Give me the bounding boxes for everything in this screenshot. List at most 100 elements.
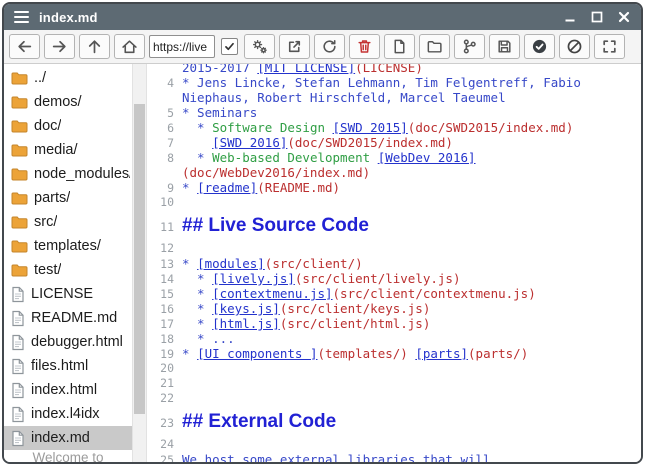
file-name: debugger.html xyxy=(31,334,123,350)
maximize-button[interactable] xyxy=(590,10,604,24)
markdown-link[interactable]: [readme] xyxy=(197,180,257,195)
folder-icon xyxy=(11,167,28,181)
back-button[interactable] xyxy=(9,34,40,59)
block-button[interactable] xyxy=(559,34,590,59)
line-number: 24 xyxy=(147,437,182,452)
line-number: 23 xyxy=(147,408,182,439)
close-button[interactable] xyxy=(617,10,631,24)
sidebar-item-demos[interactable]: demos/ xyxy=(4,90,132,114)
back-icon xyxy=(16,38,33,55)
sidebar-item-index-md[interactable]: index.md xyxy=(4,426,132,450)
maximize-icon xyxy=(590,10,604,24)
editor-row: 23## External Code xyxy=(147,406,641,437)
markdown-link[interactable]: [UI components ] xyxy=(197,346,317,361)
markdown-text: * xyxy=(182,346,197,361)
file-icon xyxy=(11,430,25,447)
folder-icon xyxy=(11,191,28,205)
reload-button[interactable] xyxy=(314,34,345,59)
delete-button[interactable] xyxy=(349,34,380,59)
accept-button[interactable] xyxy=(524,34,555,59)
file-sidebar: ../ demos/doc/media/node_modules/parts/sr… xyxy=(4,64,132,462)
new-folder-button[interactable] xyxy=(419,34,450,59)
markdown-url: (src/client/lively.js) xyxy=(295,271,461,286)
delete-icon xyxy=(356,38,373,55)
up-button[interactable] xyxy=(79,34,110,59)
markdown-editor[interactable]: 2015-2017 [MIT LICENSE](LICENSE)4* Jens … xyxy=(147,64,641,462)
open-external-icon xyxy=(286,38,303,55)
code-line: * Software Design [SWD 2015](doc/SWD2015… xyxy=(182,120,641,135)
git-branch-icon xyxy=(461,38,478,55)
code-line: * [UI components ](templates/) [parts](p… xyxy=(182,346,641,361)
markdown-url: (src/client/keys.js) xyxy=(280,301,431,316)
markdown-link[interactable]: [parts] xyxy=(415,346,468,361)
file-name: media/ xyxy=(34,142,78,158)
close-icon xyxy=(617,10,631,24)
file-icon xyxy=(11,334,25,351)
line-number: 15 xyxy=(147,287,182,302)
forward-icon xyxy=(51,38,68,55)
settings-button[interactable] xyxy=(244,34,275,59)
new-file-button[interactable] xyxy=(384,34,415,59)
sidebar-item-index-html[interactable]: index.html xyxy=(4,378,132,402)
markdown-text: Software Design xyxy=(212,120,332,135)
home-button[interactable] xyxy=(114,34,145,59)
code-line: * Jens Lincke, Stefan Lehmann, Tim Felge… xyxy=(182,75,641,90)
markdown-link[interactable]: [contextmenu.js] xyxy=(212,286,332,301)
file-name: LICENSE xyxy=(31,286,93,302)
markdown-text: Niephaus, Robert Hirschfeld, Marcel Taeu… xyxy=(182,90,506,105)
open-external-button[interactable] xyxy=(279,34,310,59)
sidebar-item-src[interactable]: src/ xyxy=(4,210,132,234)
main-area: ../ demos/doc/media/node_modules/parts/sr… xyxy=(4,64,641,462)
markdown-url: (doc/SWD2015/index.md) xyxy=(287,135,453,150)
markdown-link[interactable]: [SWD 2016] xyxy=(212,135,287,150)
window-title: index.md xyxy=(39,10,98,25)
file-name: index.l4idx xyxy=(31,406,100,422)
sidebar-item-debugger-html[interactable]: debugger.html xyxy=(4,330,132,354)
markdown-link[interactable]: [SWD 2015] xyxy=(333,120,408,135)
sidebar-item-[interactable]: ../ xyxy=(4,66,132,90)
markdown-link[interactable]: [keys.js] xyxy=(212,301,280,316)
file-name: index.md xyxy=(31,430,90,446)
sidebar-scrollbar[interactable] xyxy=(132,64,147,462)
url-input[interactable] xyxy=(149,35,215,58)
folder-icon xyxy=(11,263,28,277)
scrollbar-thumb[interactable] xyxy=(134,104,145,414)
sidebar-item-license[interactable]: LICENSE xyxy=(4,282,132,306)
editor-row: 24 xyxy=(147,437,641,452)
sidebar-item-readme-md[interactable]: README.md xyxy=(4,306,132,330)
markdown-url: (LICENSE) xyxy=(355,64,423,75)
sidebar-item-index-l4idx[interactable]: index.l4idx xyxy=(4,402,132,426)
menu-icon[interactable] xyxy=(14,11,29,23)
forward-button[interactable] xyxy=(44,34,75,59)
url-checkbox[interactable] xyxy=(221,38,238,55)
file-name: ../ xyxy=(34,70,46,86)
sidebar-item-templates[interactable]: templates/ xyxy=(4,234,132,258)
file-icon xyxy=(11,286,25,303)
markdown-text: * xyxy=(182,286,212,301)
fullscreen-button[interactable] xyxy=(594,34,625,59)
fullscreen-icon xyxy=(601,38,618,55)
save-button[interactable] xyxy=(489,34,520,59)
sidebar-item-test[interactable]: test/ xyxy=(4,258,132,282)
sidebar-item-doc[interactable]: doc/ xyxy=(4,114,132,138)
markdown-link[interactable]: [WebDev 2016] xyxy=(378,150,476,165)
sidebar-item-node-modules[interactable]: node_modules/ xyxy=(4,162,132,186)
file-icon xyxy=(11,358,25,375)
markdown-link[interactable]: [html.js] xyxy=(212,316,280,331)
editor-row: 4* Jens Lincke, Stefan Lehmann, Tim Felg… xyxy=(147,75,641,90)
markdown-text: * xyxy=(182,271,212,286)
editor-row: 16 * [keys.js](src/client/keys.js) xyxy=(147,301,641,316)
checkbox-check-icon xyxy=(224,41,235,52)
folder-icon xyxy=(11,95,28,109)
sidebar-item-parts[interactable]: parts/ xyxy=(4,186,132,210)
code-line: * [keys.js](src/client/keys.js) xyxy=(182,301,641,316)
markdown-link[interactable]: [lively.js] xyxy=(212,271,295,286)
markdown-url: (src/client/contextmenu.js) xyxy=(333,286,536,301)
git-branch-button[interactable] xyxy=(454,34,485,59)
minimize-button[interactable] xyxy=(563,10,577,24)
markdown-link[interactable]: [modules] xyxy=(197,256,265,271)
code-line: * [html.js](src/client/html.js) xyxy=(182,316,641,331)
sidebar-item-media[interactable]: media/ xyxy=(4,138,132,162)
markdown-link[interactable]: [MIT LICENSE] xyxy=(257,64,355,75)
sidebar-item-files-html[interactable]: files.html xyxy=(4,354,132,378)
